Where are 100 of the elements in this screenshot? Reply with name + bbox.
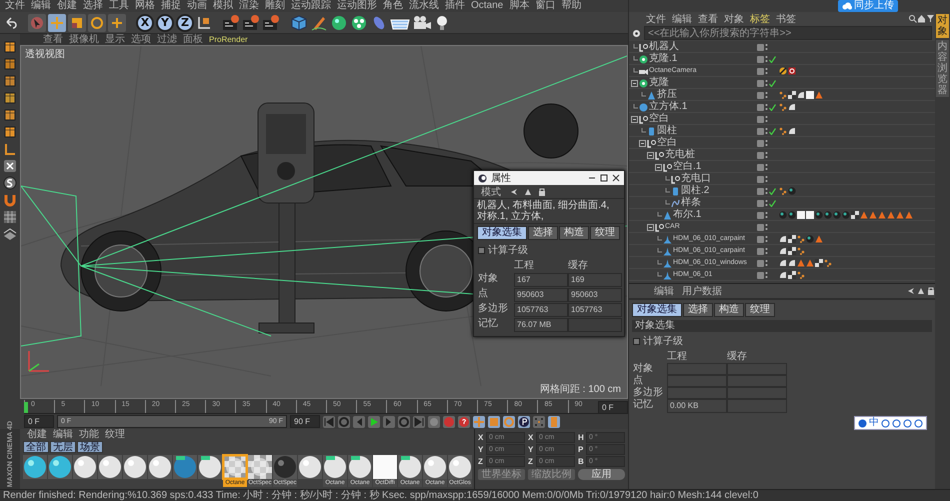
checkbox[interactable] — [478, 246, 485, 254]
target-tag-icon[interactable] — [779, 67, 787, 75]
visibility-dots-icon[interactable] — [765, 91, 768, 99]
undo-icon[interactable] — [4, 16, 18, 30]
plus-icon[interactable] — [110, 16, 124, 30]
material-swatch[interactable] — [173, 455, 197, 479]
tab[interactable]: 选择 — [683, 303, 713, 317]
expand-toggle-icon[interactable] — [647, 152, 654, 158]
visibility-dots-icon[interactable] — [765, 211, 768, 219]
material-tag-icon[interactable] — [833, 211, 841, 219]
render-view-icon[interactable] — [222, 14, 240, 32]
visibility-dots-icon[interactable] — [765, 115, 768, 123]
visibility-dots-icon[interactable] — [765, 247, 768, 255]
render-icon[interactable] — [242, 14, 260, 32]
menu-item[interactable]: 用户数据 — [679, 284, 725, 298]
visibility-dots-icon[interactable] — [765, 103, 768, 111]
warning-tag-icon[interactable] — [815, 235, 823, 243]
checkmark-icon[interactable] — [769, 80, 776, 86]
material-swatch[interactable] — [323, 455, 347, 479]
visibility-dots-icon[interactable] — [765, 151, 768, 159]
arrow-left-icon[interactable] — [510, 188, 518, 196]
skip-start-icon[interactable] — [323, 416, 335, 428]
object-name[interactable]: 充电口 — [681, 173, 711, 185]
tab[interactable]: 对象选集 — [477, 226, 527, 240]
l-shape-icon[interactable] — [3, 142, 17, 156]
octane-tag-icon[interactable] — [788, 67, 796, 75]
menu-item[interactable]: 运动图形 — [334, 0, 380, 12]
menu-item[interactable]: 创建 — [24, 429, 50, 441]
visibility-dots-icon[interactable] — [765, 79, 768, 87]
menu-item[interactable]: 选项 — [128, 34, 154, 45]
material-swatch[interactable] — [248, 455, 272, 479]
object-name[interactable]: 挤压 — [657, 89, 677, 101]
texture-tag-icon[interactable] — [851, 211, 859, 219]
material-swatch[interactable] — [98, 455, 122, 479]
visibility-dots-icon[interactable] — [765, 163, 768, 171]
s-icon[interactable] — [3, 176, 17, 190]
upload-button[interactable]: 同步上传 — [838, 0, 898, 12]
menu-item[interactable]: 编辑 — [50, 429, 76, 441]
texture-tag-icon[interactable] — [788, 247, 796, 255]
visibility-dots-icon[interactable] — [765, 67, 768, 75]
object-name[interactable]: 样条 — [681, 197, 701, 209]
menu-item[interactable]: 对象 — [721, 12, 747, 26]
visibility-dots-icon[interactable] — [765, 187, 768, 195]
menu-item[interactable]: 插件 — [442, 0, 468, 12]
texture-tag-icon[interactable] — [815, 259, 823, 267]
expand-toggle-icon[interactable] — [639, 140, 646, 146]
start-frame-field[interactable]: 0 F — [24, 415, 54, 428]
lock-icon[interactable] — [927, 286, 935, 294]
material-tag-icon[interactable] — [788, 187, 796, 195]
close-icon[interactable] — [612, 174, 620, 182]
expand-toggle-icon[interactable] — [647, 224, 654, 230]
tab[interactable]: 对象选集 — [632, 303, 682, 317]
material-swatch[interactable] — [148, 455, 172, 479]
menu-item[interactable]: 编辑 — [669, 12, 695, 26]
menu-item[interactable]: 摄像机 — [66, 34, 102, 45]
rotate-icon[interactable] — [90, 16, 104, 30]
menu-item[interactable]: 脚本 — [506, 0, 532, 12]
settings-icon[interactable] — [632, 28, 641, 38]
object-name[interactable]: 机器人 — [649, 41, 679, 53]
axis-toggle-button[interactable]: X — [136, 14, 154, 32]
object-name[interactable]: 圆柱 — [657, 125, 677, 137]
object-name[interactable]: 克隆.1 — [649, 53, 678, 65]
grid-icon[interactable] — [3, 210, 17, 224]
frame-field[interactable]: 0 F — [598, 401, 628, 414]
menu-item[interactable]: 选择 — [80, 0, 106, 12]
tab[interactable]: 纹理 — [590, 226, 620, 240]
menu-item[interactable]: 编辑 — [28, 0, 54, 12]
checkmark-icon[interactable] — [769, 128, 776, 134]
dots-grid-icon[interactable] — [533, 416, 545, 428]
expand-toggle-icon[interactable] — [631, 80, 638, 86]
visibility-dots-icon[interactable] — [765, 175, 768, 183]
object-name[interactable]: 布尔.1 — [673, 209, 702, 221]
menu-item[interactable]: Octane — [468, 0, 506, 12]
menu-item[interactable]: 运动跟踪 — [288, 0, 334, 12]
dots-tag-icon[interactable] — [797, 271, 805, 279]
filter-button[interactable]: 场景 — [77, 441, 103, 453]
camera-icon[interactable] — [412, 14, 432, 32]
light-bulb-icon[interactable] — [434, 14, 450, 32]
skip-end-icon[interactable] — [413, 416, 425, 428]
move-icon[interactable] — [473, 416, 485, 428]
material-swatch[interactable] — [273, 455, 297, 479]
tab[interactable]: 纹理 — [745, 303, 775, 317]
arrow-left-icon[interactable] — [907, 286, 915, 294]
input-method-toolbar[interactable]: 中 — [854, 416, 927, 430]
material-tag-icon[interactable] — [815, 211, 823, 219]
home-icon[interactable] — [917, 14, 926, 23]
material-swatch[interactable] — [48, 455, 72, 479]
menu-item[interactable]: 标签 — [747, 12, 773, 26]
menu-item[interactable]: 功能 — [76, 429, 102, 441]
menu-item[interactable]: 创建 — [54, 0, 80, 12]
dots-tag-icon[interactable] — [797, 247, 805, 255]
material-swatch[interactable] — [73, 455, 97, 479]
material-swatch[interactable] — [223, 455, 247, 479]
axis-toggle-button[interactable]: Y — [156, 14, 174, 32]
menu-item[interactable]: 过滤 — [154, 34, 180, 45]
tab[interactable]: 构造 — [714, 303, 744, 317]
rotate-icon[interactable] — [503, 416, 515, 428]
menu-item[interactable]: 动画 — [184, 0, 210, 12]
tab[interactable]: 构造 — [559, 226, 589, 240]
visibility-dots-icon[interactable] — [765, 271, 768, 279]
